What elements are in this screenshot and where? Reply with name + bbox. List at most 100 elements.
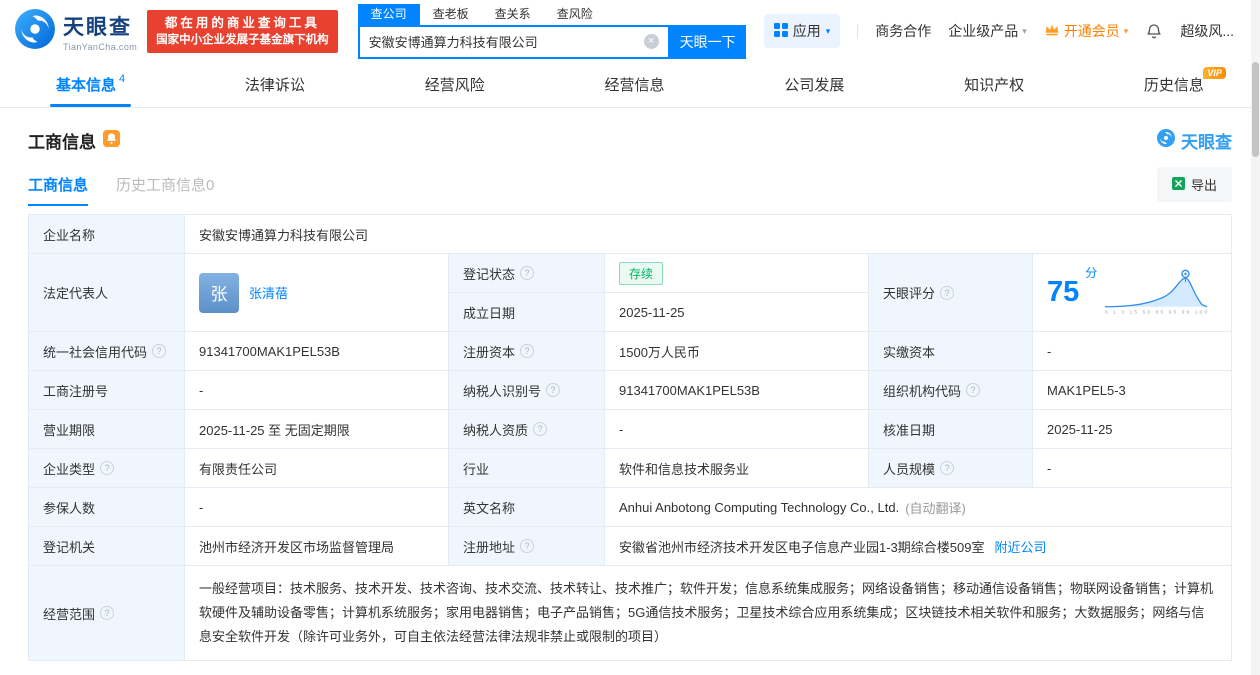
subtab-business-registration[interactable]: 工商信息 — [28, 174, 89, 206]
paid-capital-label: 实缴资本 — [869, 332, 1033, 371]
apps-menu[interactable]: 应用 ▾ — [763, 14, 841, 48]
crown-icon — [1044, 23, 1060, 39]
logo-domain-text: TianYanCha.com — [63, 41, 138, 52]
nav-super-risk[interactable]: 超级风... — [1180, 21, 1234, 41]
notifications-bell-icon[interactable] — [1145, 22, 1163, 40]
insured-count-label: 参保人数 — [29, 488, 185, 527]
tab-company-development[interactable]: 公司发展 — [760, 62, 868, 107]
section-title: 工商信息 — [28, 133, 96, 152]
subtab-row: 工商信息 历史工商信息0 导出 — [28, 167, 1232, 206]
registration-authority-label: 登记机关 — [29, 527, 185, 566]
help-icon[interactable]: ? — [100, 461, 115, 475]
help-icon[interactable]: ? — [520, 344, 535, 358]
tianyancha-logo[interactable]: 天眼查 TianYanCha.com — [14, 8, 137, 55]
reg-number-value: - — [185, 371, 449, 410]
org-code-label: 组织机构代码 ? — [869, 371, 1033, 410]
watermark-label: 天眼查 — [1181, 133, 1232, 152]
search-button[interactable]: 天眼一下 — [669, 24, 746, 59]
english-name-value: Anhui Anbotong Computing Technology Co.,… — [605, 488, 1231, 527]
help-icon[interactable]: ? — [520, 266, 535, 280]
help-icon[interactable]: ? — [152, 344, 167, 358]
legal-rep-label: 法定代表人 — [29, 254, 185, 332]
top-nav: 应用 ▾ 商务合作 企业级产品 ▾ 开通会员 ▾ 超级风... — [763, 14, 1234, 48]
reg-capital-value: 1500万人民币 — [605, 332, 869, 371]
tianyancha-watermark-icon — [1156, 128, 1176, 153]
legal-rep-name-link[interactable]: 张清蓓 — [249, 283, 288, 302]
legal-rep-avatar[interactable]: 张 — [199, 272, 239, 313]
english-name-label: 英文名称 — [449, 488, 605, 527]
scrollbar-thumb[interactable] — [1252, 62, 1259, 157]
tab-history-info[interactable]: 历史信息 VIP — [1120, 62, 1228, 107]
credit-code-value: 91341700MAK1PEL53B — [185, 332, 449, 371]
score-chart: 0 1 3 15 50 85 95 99 100 — [1103, 267, 1211, 318]
help-icon[interactable]: ? — [533, 422, 548, 436]
status-badge: 存续 — [619, 261, 664, 285]
chevron-down-icon: ▾ — [1022, 25, 1027, 36]
nav-business-coop-label: 商务合作 — [875, 23, 932, 39]
business-scope-value: 一般经营项目：技术服务、技术开发、技术咨询、技术交流、技术转让、技术推广；软件开… — [185, 566, 1231, 660]
excel-icon — [1171, 176, 1185, 193]
business-info-table: 企业名称 安徽安博通算力科技有限公司 法定代表人 张 张清蓓 登记状态 ? 存续… — [28, 214, 1232, 661]
tab-operating-risk[interactable]: 经营风险 — [401, 62, 509, 107]
search-tab-relation[interactable]: 查关系 — [482, 4, 544, 25]
industry-label: 行业 — [449, 449, 605, 488]
nav-super-risk-label: 超级风... — [1180, 23, 1234, 39]
nav-business-coop[interactable]: 商务合作 — [875, 21, 931, 41]
nearby-companies-link[interactable]: 附近公司 — [994, 537, 1046, 556]
logo-brand-text: 天眼查 — [63, 15, 132, 39]
tab-intellectual-property[interactable]: 知识产权 — [940, 62, 1048, 107]
chevron-down-icon: ▾ — [1123, 25, 1129, 36]
help-icon[interactable]: ? — [940, 461, 955, 475]
business-scope-label: 经营范围 ? — [29, 566, 185, 660]
help-icon[interactable]: ? — [520, 539, 535, 553]
registered-address-value: 安徽省池州市经济技术开发区电子信息产业园1-3期综合楼509室 附近公司 — [605, 527, 1231, 566]
nav-enterprise-products[interactable]: 企业级产品 ▾ — [948, 21, 1027, 41]
export-button[interactable]: 导出 — [1156, 167, 1232, 202]
tab-basic-info[interactable]: 基本信息 4 — [32, 62, 149, 107]
taxpayer-quality-label: 纳税人资质 ? — [449, 410, 605, 449]
search-tab-risk[interactable]: 查风险 — [544, 4, 606, 25]
clear-search-icon[interactable]: × — [643, 34, 659, 49]
tab-legal-proceedings[interactable]: 法律诉讼 — [221, 62, 329, 107]
search-input[interactable] — [359, 34, 644, 49]
legal-rep-value: 张 张清蓓 — [185, 254, 449, 332]
insured-count-value: - — [185, 488, 449, 527]
tab-legal-label: 法律诉讼 — [244, 77, 305, 94]
tab-basic-info-label: 基本信息 — [56, 77, 117, 94]
search-tabs: 查公司 查老板 查关系 查风险 — [357, 3, 746, 25]
staff-size-label: 人员规模 ? — [869, 449, 1033, 488]
help-icon[interactable]: ? — [546, 383, 561, 397]
tab-history-label: 历史信息 — [1143, 77, 1204, 94]
help-icon[interactable]: ? — [940, 285, 955, 300]
auto-translate-note: (自动翻译) — [905, 500, 966, 516]
nav-membership-label: 开通会员 — [1063, 23, 1120, 39]
approval-date-label: 核准日期 — [869, 410, 1033, 449]
company-type-label: 企业类型 ? — [29, 449, 185, 488]
taxpayer-id-label: 纳税人识别号 ? — [449, 371, 605, 410]
slogan-line2: 国家中小企业发展子基金旗下机构 — [156, 33, 329, 46]
apps-label: 应用 — [792, 23, 821, 39]
announcement-icon[interactable] — [103, 129, 120, 152]
tianyancha-watermark: 天眼查 — [1156, 128, 1232, 153]
score-number: 75 — [1047, 276, 1080, 308]
top-header: 天眼查 TianYanCha.com 都在用的商业查询工具 国家中小企业发展子基… — [0, 0, 1260, 62]
search-area: 查公司 查老板 查关系 查风险 × 天眼一下 — [357, 3, 746, 59]
staff-size-value: - — [1033, 449, 1231, 488]
help-icon[interactable]: ? — [100, 606, 115, 620]
tab-ip-label: 知识产权 — [964, 77, 1025, 94]
tab-basic-info-count: 4 — [119, 72, 126, 85]
search-tab-boss[interactable]: 查老板 — [420, 4, 482, 25]
help-icon[interactable]: ? — [966, 383, 981, 397]
tab-company-development-label: 公司发展 — [784, 77, 845, 94]
scrollbar[interactable] — [1251, 0, 1260, 675]
reg-status-value: 存续 — [605, 254, 869, 293]
nav-open-membership[interactable]: 开通会员 ▾ — [1044, 21, 1129, 41]
search-tab-company[interactable]: 查公司 — [357, 3, 420, 25]
company-name-value: 安徽安博通算力科技有限公司 — [185, 215, 1231, 254]
subtab-history-registration[interactable]: 历史工商信息0 — [116, 174, 214, 206]
nav-divider — [857, 23, 859, 39]
score-unit: 分 — [1085, 266, 1098, 280]
tab-business-info[interactable]: 经营信息 — [581, 62, 689, 107]
nav-enterprise-label: 企业级产品 — [948, 23, 1019, 39]
taxpayer-quality-value: - — [605, 410, 869, 449]
